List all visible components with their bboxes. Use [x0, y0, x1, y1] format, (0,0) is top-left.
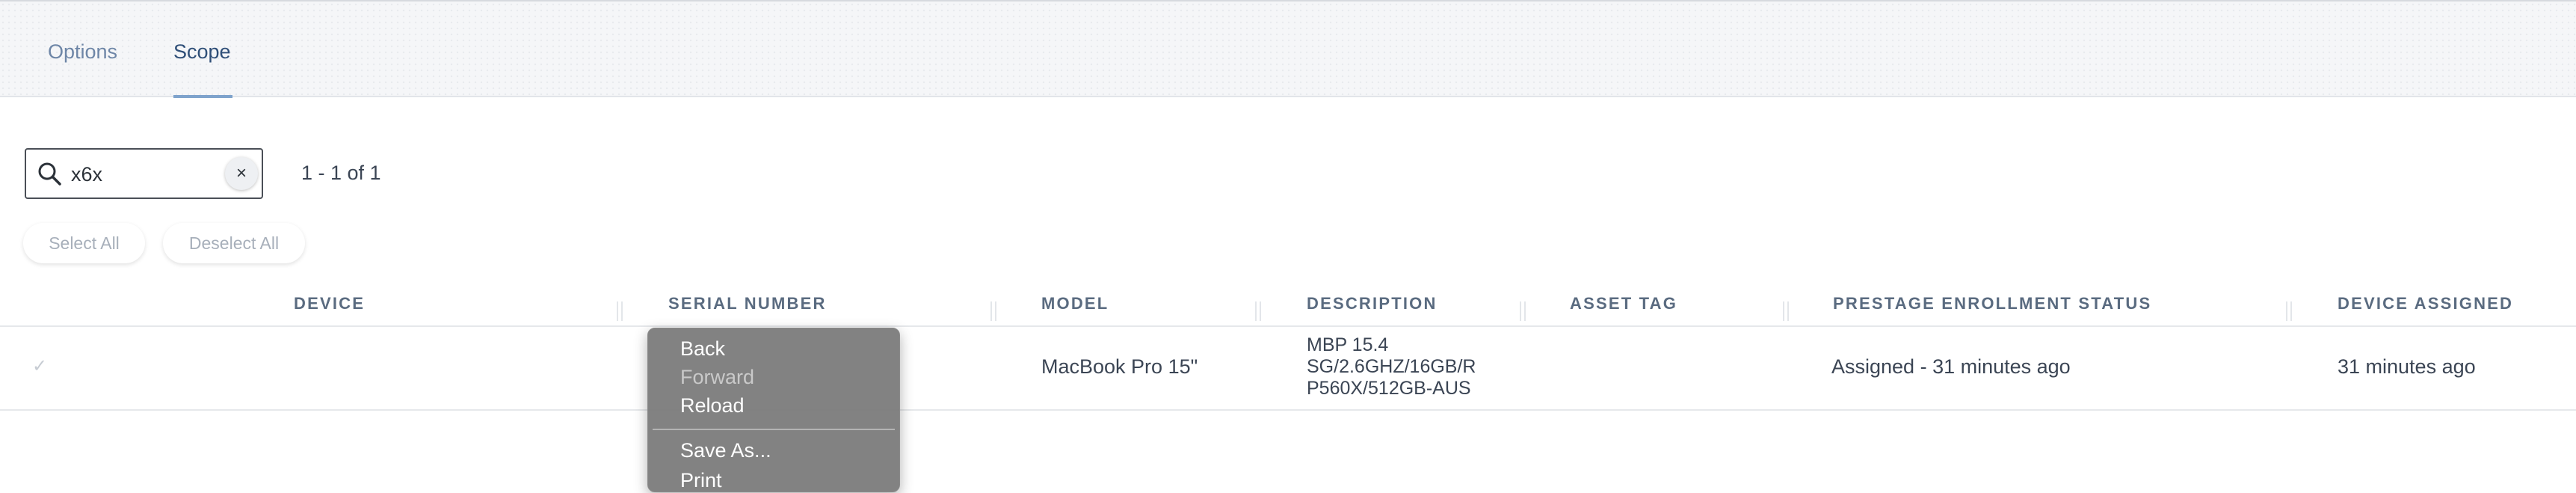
- column-resize-handle[interactable]: [1520, 301, 1526, 321]
- cell-enrollment-status: Assigned - 31 minutes ago: [1831, 355, 2071, 378]
- tab-bar: Options Scope: [0, 0, 2576, 98]
- tab-scope[interactable]: Scope: [173, 39, 231, 64]
- table-header: DEVICE SERIAL NUMBER MODEL DESCRIPTION A…: [0, 288, 2576, 327]
- select-all-button[interactable]: Select All: [23, 223, 145, 263]
- search-field[interactable]: x6x ×: [25, 148, 263, 199]
- column-resize-handle[interactable]: [1783, 301, 1789, 321]
- tab-options[interactable]: Options: [48, 39, 117, 64]
- column-header-device[interactable]: DEVICE: [294, 294, 365, 313]
- menu-item-print[interactable]: Print: [680, 468, 722, 493]
- description-line: MBP 15.4: [1307, 334, 1389, 355]
- column-resize-handle[interactable]: [990, 301, 996, 321]
- cell-model: MacBook Pro 15": [1041, 355, 1198, 378]
- column-header-prestage-enrollment-status[interactable]: PRESTAGE ENROLLMENT STATUS: [1833, 294, 2151, 313]
- table-row[interactable]: ✓ MacBook Pro 15" MBP 15.4 SG/2.6GHZ/16G…: [0, 327, 2576, 411]
- column-resize-handle[interactable]: [2286, 301, 2292, 321]
- column-header-device-assigned[interactable]: DEVICE ASSIGNED: [2338, 294, 2513, 313]
- deselect-all-button[interactable]: Deselect All: [163, 223, 305, 263]
- column-header-serial-number[interactable]: SERIAL NUMBER: [668, 294, 827, 313]
- description-line: P560X/512GB-AUS: [1307, 378, 1471, 399]
- menu-item-back[interactable]: Back: [680, 336, 725, 361]
- search-icon: [38, 162, 61, 186]
- column-header-model[interactable]: MODEL: [1041, 294, 1109, 313]
- active-tab-indicator: [173, 95, 232, 98]
- column-header-description[interactable]: DESCRIPTION: [1307, 294, 1438, 313]
- menu-item-reload[interactable]: Reload: [680, 393, 745, 418]
- row-checkbox[interactable]: ✓: [28, 355, 52, 379]
- menu-separator: [653, 429, 895, 430]
- menu-item-forward: Forward: [680, 366, 755, 388]
- column-resize-handle[interactable]: [617, 301, 623, 321]
- cell-description: MBP 15.4 SG/2.6GHZ/16GB/R P560X/512GB-AU…: [1307, 334, 1476, 399]
- description-line: SG/2.6GHZ/16GB/R: [1307, 356, 1476, 377]
- context-menu: Back Forward Reload Save As... Print: [647, 328, 900, 492]
- result-count: 1 - 1 of 1: [301, 162, 381, 184]
- cell-device-assigned: 31 minutes ago: [2338, 355, 2476, 378]
- column-header-asset-tag[interactable]: ASSET TAG: [1570, 294, 1677, 313]
- menu-item-save-as[interactable]: Save As...: [680, 438, 771, 463]
- search-input[interactable]: x6x: [71, 162, 102, 187]
- column-resize-handle[interactable]: [1255, 301, 1261, 321]
- clear-search-button[interactable]: ×: [225, 157, 258, 190]
